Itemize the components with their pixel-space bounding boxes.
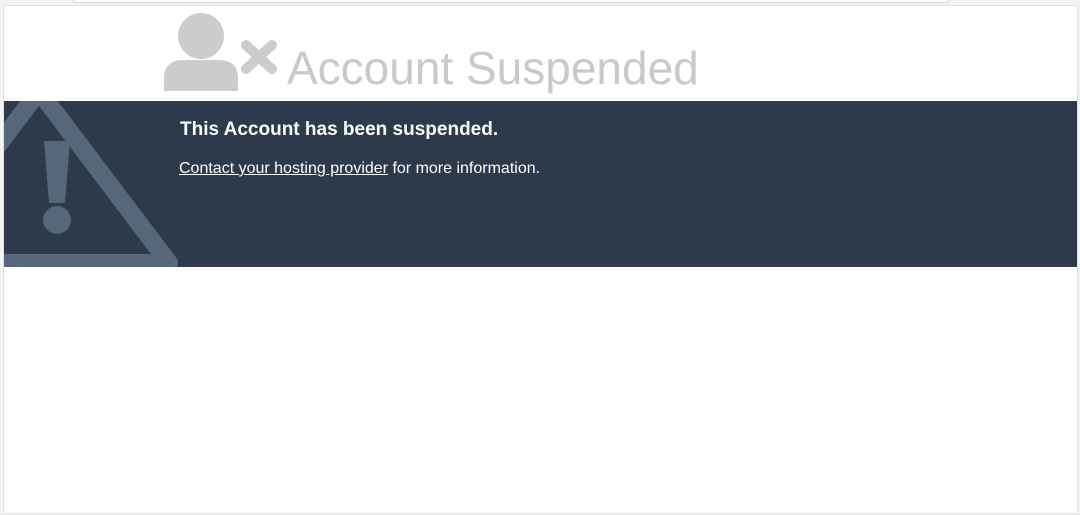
- user-x-icon: [162, 11, 282, 91]
- suspended-heading: This Account has been suspended.: [180, 119, 499, 140]
- page-frame: Account Suspended This Account has been …: [3, 5, 1078, 514]
- header: Account Suspended: [4, 6, 1077, 102]
- browser-top-bar: [68, 0, 954, 3]
- warning-icon: [4, 101, 179, 267]
- contact-message: Contact your hosting provider for more i…: [179, 160, 540, 178]
- page-title: Account Suspended: [287, 42, 699, 94]
- contact-trailing-text: for more information.: [388, 160, 541, 177]
- contact-provider-link[interactable]: Contact your hosting provider: [179, 160, 388, 177]
- suspended-banner: This Account has been suspended. Contact…: [4, 101, 1077, 267]
